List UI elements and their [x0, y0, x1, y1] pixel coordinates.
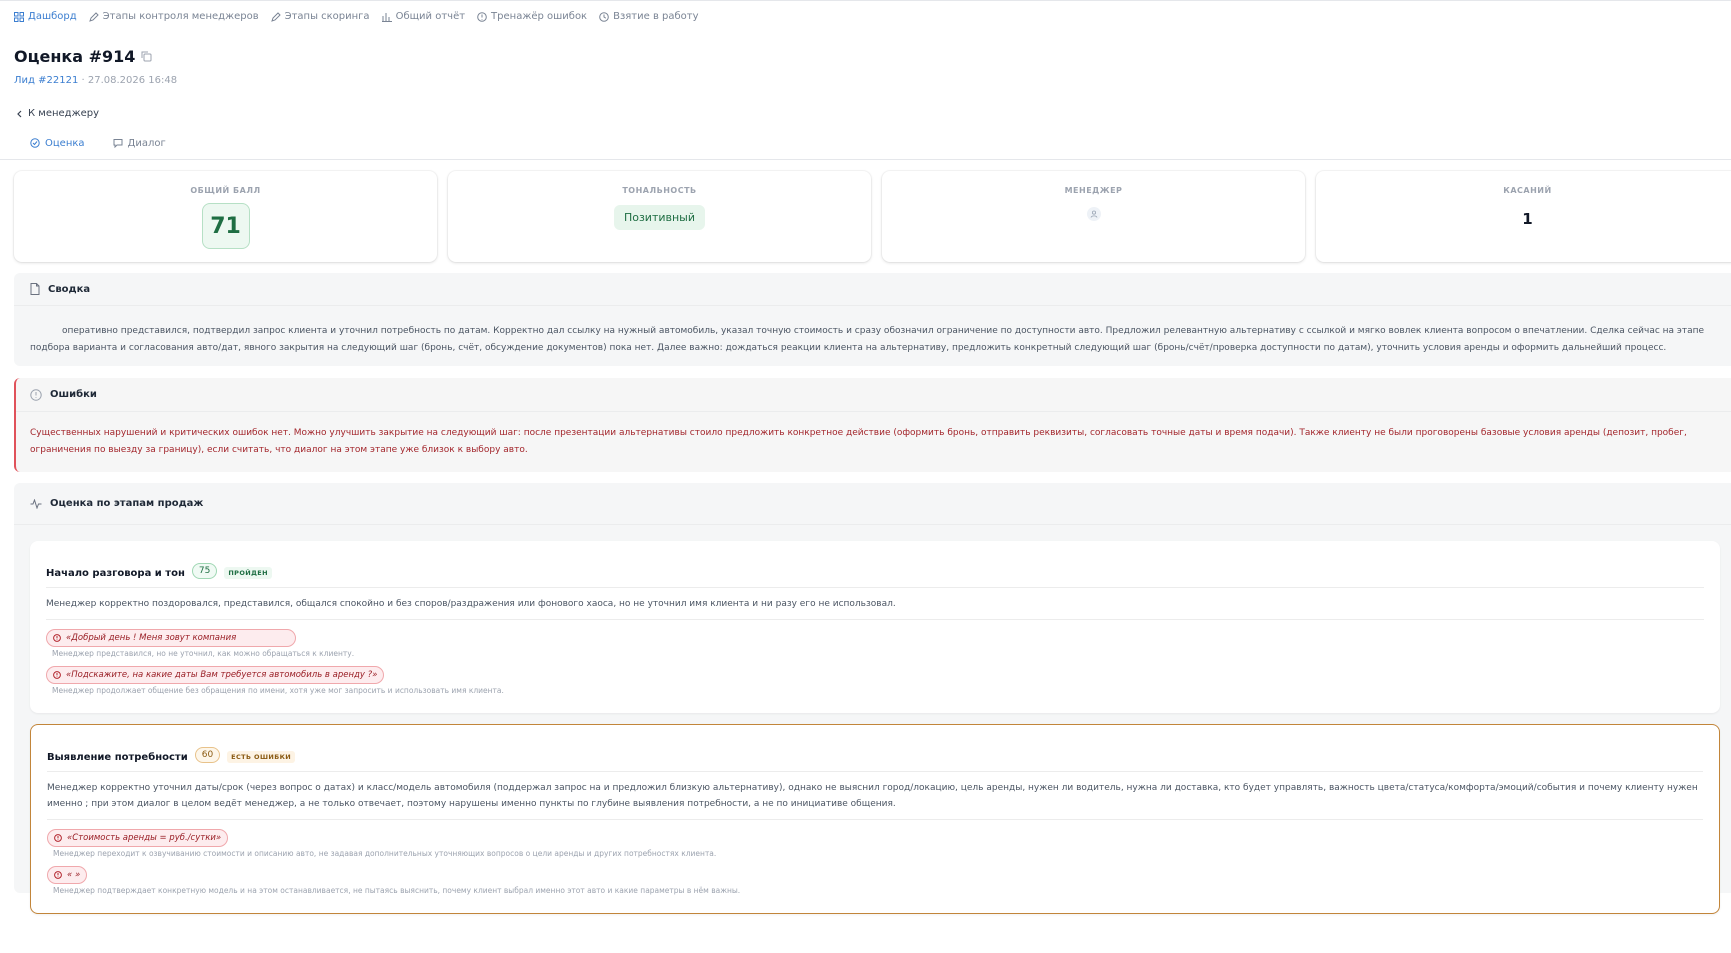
nav-item-scoring-stages[interactable]: Этапы скоринга	[270, 11, 370, 22]
nav-item-label: Тренажёр ошибок	[491, 11, 588, 22]
metric-label: КАСАНИЙ	[1503, 186, 1552, 195]
stage-title: Выявление потребности	[47, 751, 188, 763]
alert-circle-icon	[53, 633, 61, 642]
tabs: Оценка Диалог	[0, 138, 1731, 160]
nav-item-label: Общий отчёт	[395, 11, 466, 22]
stage-score: 60	[194, 746, 221, 763]
quote-item: «Стоимость аренды = руб./сутки» Менеджер…	[47, 827, 1703, 858]
chevron-left-icon	[16, 110, 22, 118]
tab-evaluation[interactable]: Оценка	[30, 138, 85, 160]
metric-manager: МЕНЕДЖЕР	[882, 171, 1305, 262]
nav-item-label: Дашборд	[28, 11, 77, 22]
summary-title: Сводка	[48, 283, 91, 295]
quote-pill: «Добрый день ! Меня зовут компания	[46, 628, 297, 647]
page-title: Оценка #914	[14, 47, 136, 66]
top-nav: Дашборд Этапы контроля менеджеров Этапы …	[0, 0, 1731, 32]
stage-card: Выявление потребности 60 ЕСТЬ ОШИБКИ Мен…	[30, 723, 1720, 914]
quote-note: Менеджер продолжает общение без обращени…	[52, 685, 504, 695]
stage-description: Менеджер корректно поздоровался, предста…	[46, 588, 1704, 620]
quote-text: « »	[67, 869, 81, 880]
stage-quotes: «Стоимость аренды = руб./сутки» Менеджер…	[47, 820, 1703, 913]
status-badge: ЕСТЬ ОШИБКИ	[227, 750, 296, 763]
alert-circle-icon	[30, 388, 42, 401]
metric-label: ОБЩИЙ БАЛЛ	[190, 186, 261, 195]
page-header: Оценка #914 Лид #22121 · 27.08.2026 16:4…	[0, 32, 1731, 86]
nav-item-label: Этапы скоринга	[284, 11, 370, 22]
nav-item-label: Этапы контроля менеджеров	[102, 11, 259, 22]
quote-text: «Добрый день ! Меня зовут компания	[66, 632, 237, 643]
lead-date: · 27.08.2026 16:48	[78, 75, 178, 86]
errors-panel: Ошибки Существенных нарушений и критичес…	[14, 378, 1731, 472]
stage-header: Выявление потребности 60 ЕСТЬ ОШИБКИ	[47, 725, 1703, 772]
metric-cards: ОБЩИЙ БАЛЛ 71 ТОНАЛЬНОСТЬ Позитивный МЕН…	[0, 160, 1731, 262]
stage-header: Начало разговора и тон 75 ПРОЙДЕН	[46, 541, 1704, 588]
copy-icon[interactable]	[141, 51, 152, 62]
tone-badge: Позитивный	[613, 205, 706, 230]
metric-tone: ТОНАЛЬНОСТЬ Позитивный	[448, 171, 871, 262]
grid-icon	[14, 11, 24, 22]
touches-value: 1	[1522, 210, 1533, 228]
metric-total-score: ОБЩИЙ БАЛЛ 71	[14, 171, 437, 262]
chat-icon	[113, 138, 123, 148]
errors-text: Существенных нарушений и критических оши…	[30, 428, 1687, 455]
quote-item: « » Менеджер подтверждает конкретную мод…	[47, 864, 1703, 895]
summary-text-content: оперативно представился, подтвердил запр…	[30, 326, 1705, 353]
total-score-value: 71	[201, 203, 250, 249]
nav-item-manager-stages[interactable]: Этапы контроля менеджеров	[88, 11, 259, 22]
quote-text: «Стоимость аренды = руб./сутки»	[67, 832, 222, 843]
summary-panel: Сводка оперативно представился, подтверд…	[14, 273, 1731, 366]
stage-description: Менеджер корректно уточнил даты/срок (че…	[47, 772, 1703, 820]
metric-label: ТОНАЛЬНОСТЬ	[622, 186, 697, 195]
nav-item-label: Взятие в работу	[613, 11, 699, 22]
stage-score: 75	[191, 563, 218, 579]
nav-item-trainer[interactable]: Тренажёр ошибок	[477, 11, 587, 22]
metric-label: МЕНЕДЖЕР	[1064, 186, 1123, 195]
back-to-manager-link[interactable]: К менеджеру	[16, 108, 116, 119]
metric-touches: КАСАНИЙ 1	[1316, 171, 1731, 262]
quote-note: Менеджер представился, но не уточнил, ка…	[52, 648, 355, 658]
quote-item: «Подскажите, на какие даты Вам требуется…	[46, 664, 1704, 695]
errors-header: Ошибки	[16, 378, 1731, 412]
document-icon	[30, 283, 40, 295]
summary-header: Сводка	[14, 273, 1731, 306]
nav-item-take-to-work[interactable]: Взятие в работу	[599, 11, 699, 22]
summary-text: оперативно представился, подтвердил запр…	[14, 306, 1731, 356]
pencil-icon	[270, 11, 281, 22]
lead-subtitle: Лид #22121 · 27.08.2026 16:48	[14, 75, 1731, 86]
alert-circle-icon	[54, 870, 62, 879]
alert-circle-icon	[53, 670, 61, 679]
quote-pill: «Стоимость аренды = руб./сутки»	[47, 828, 229, 847]
quote-note: Менеджер переходит к озвучиванию стоимос…	[53, 848, 717, 858]
quote-pill: « »	[47, 865, 88, 884]
activity-icon	[30, 498, 42, 509]
alert-circle-icon	[54, 833, 62, 842]
stage-card: Начало разговора и тон 75 ПРОЙДЕН Менедж…	[30, 541, 1720, 713]
quote-note: Менеджер подтверждает конкретную модель …	[53, 885, 741, 895]
lead-link[interactable]: Лид #22121	[14, 75, 78, 86]
stages-panel: Оценка по этапам продаж Начало разговора…	[14, 483, 1731, 914]
tab-dialog[interactable]: Диалог	[113, 138, 166, 160]
nav-item-dashboard[interactable]: Дашборд	[14, 11, 77, 22]
tab-label: Оценка	[45, 138, 85, 149]
status-badge: ПРОЙДЕН	[224, 567, 272, 579]
stages-header: Оценка по этапам продаж	[14, 483, 1731, 525]
stage-quotes: «Добрый день ! Меня зовут компания Менед…	[46, 620, 1704, 713]
user-icon	[1086, 207, 1101, 221]
tab-label: Диалог	[127, 138, 166, 149]
stages-title: Оценка по этапам продаж	[50, 498, 204, 509]
quote-text: «Подскажите, на какие даты Вам требуется…	[66, 669, 378, 680]
stage-title: Начало разговора и тон	[46, 568, 185, 579]
errors-title: Ошибки	[50, 389, 97, 400]
quote-pill: «Подскажите, на какие даты Вам требуется…	[46, 665, 385, 684]
clock-icon	[599, 11, 609, 22]
pencil-icon	[88, 11, 99, 22]
nav-item-report[interactable]: Общий отчёт	[381, 11, 466, 22]
quote-item: «Добрый день ! Меня зовут компания Менед…	[46, 627, 1704, 658]
bar-chart-icon	[381, 12, 392, 22]
check-circle-icon	[30, 138, 40, 148]
alert-circle-icon	[477, 11, 487, 22]
back-link-label: К менеджеру	[28, 108, 100, 119]
